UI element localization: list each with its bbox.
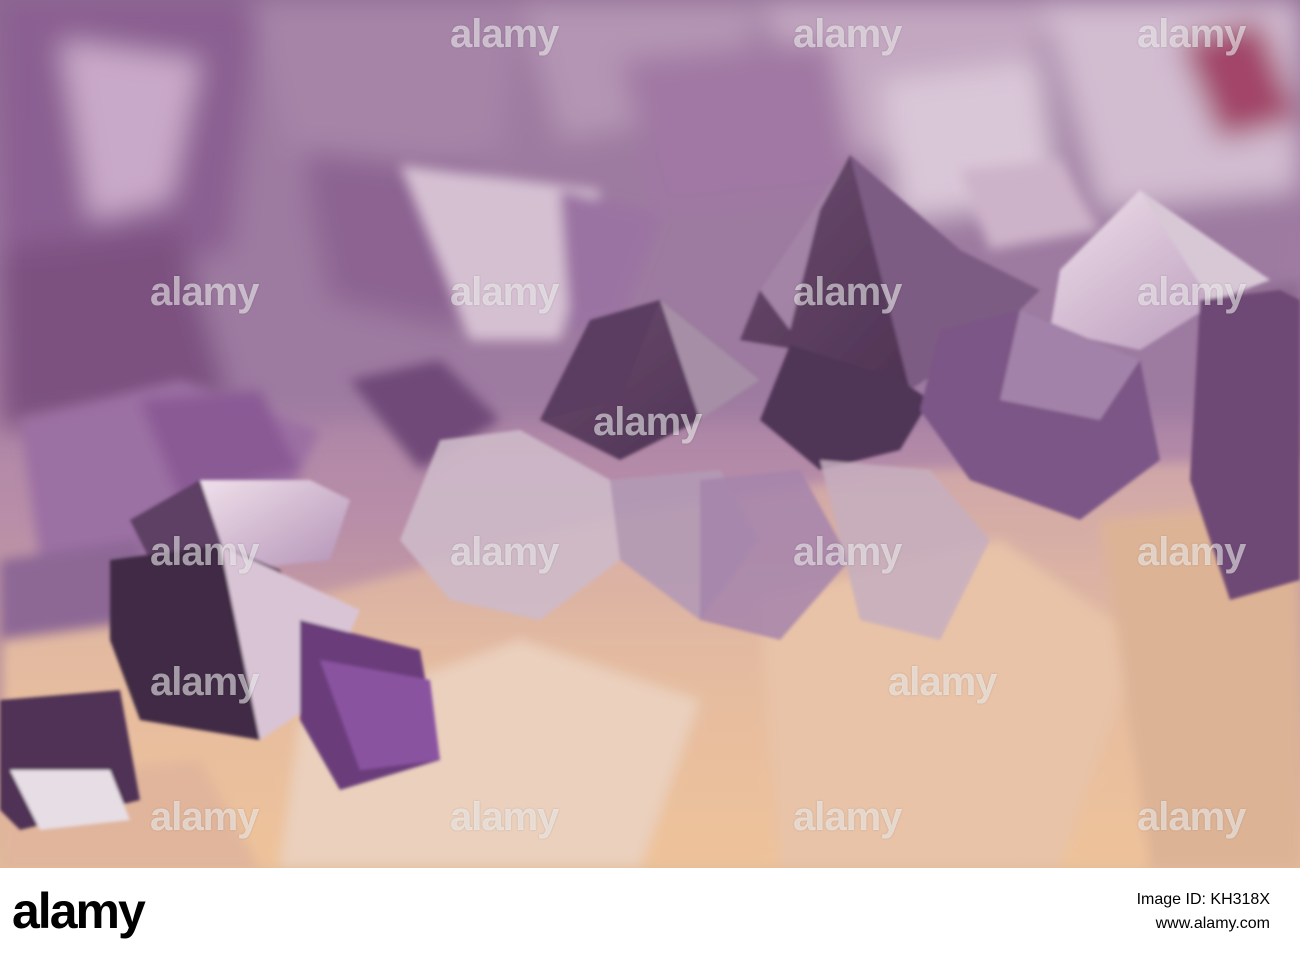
alamy-logo: alamy: [12, 883, 146, 939]
image-id-block: Image ID: KH318X www.alamy.com: [1137, 888, 1270, 936]
image-id-label: Image ID: KH318X: [1136, 891, 1270, 908]
site-url: www.alamy.com: [1155, 915, 1270, 932]
amethyst-crystal-photo: alamy alamy alamy alamy alamy alamy alam…: [0, 0, 1300, 868]
crystal-illustration: [0, 0, 1300, 868]
footer-bar: alamy Image ID: KH318X www.alamy.com: [0, 868, 1300, 957]
